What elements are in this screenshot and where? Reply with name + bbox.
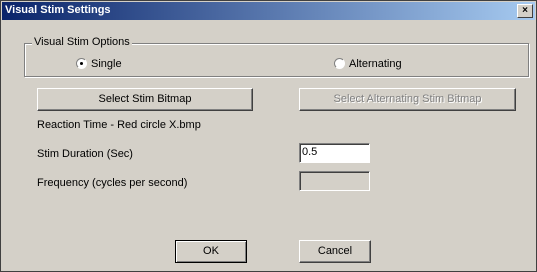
title-bar[interactable]: Visual Stim Settings × [2,2,535,20]
single-radio[interactable]: Single [76,58,122,70]
stim-duration-input[interactable]: 0.5 [299,143,370,163]
stim-options-group-label: Visual Stim Options [32,36,132,48]
select-alternating-stim-bitmap-button[interactable]: Select Alternating Stim Bitmap [299,88,516,111]
ok-button[interactable]: OK [175,240,247,263]
frequency-input[interactable] [299,171,370,191]
frequency-label: Frequency (cycles per second) [37,177,188,189]
select-stim-bitmap-button[interactable]: Select Stim Bitmap [37,88,253,111]
cancel-button[interactable]: Cancel [299,240,371,263]
single-radio-indicator[interactable] [76,58,87,69]
alternating-radio-indicator[interactable] [334,58,345,69]
dialog-window: Visual Stim Settings × Visual Stim Optio… [0,0,537,272]
single-radio-label: Single [91,58,122,70]
alternating-radio-label: Alternating [349,58,402,70]
alternating-radio[interactable]: Alternating [334,58,402,70]
close-button[interactable]: × [517,4,533,18]
stim-duration-label: Stim Duration (Sec) [37,148,133,160]
bitmap-filename: Reaction Time - Red circle X.bmp [37,119,201,131]
window-title: Visual Stim Settings [5,4,111,16]
